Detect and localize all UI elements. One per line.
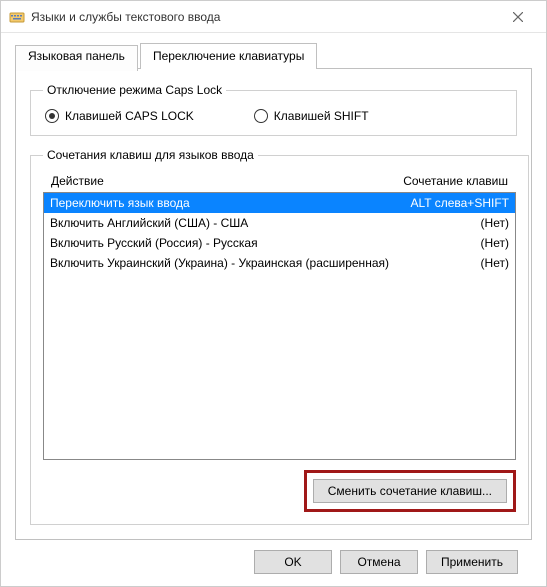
close-button[interactable]	[498, 3, 538, 31]
row-action: Включить Английский (США) - США	[50, 214, 389, 232]
apply-button[interactable]: Применить	[426, 550, 518, 574]
change-button-area: Сменить сочетание клавиш...	[43, 460, 516, 512]
column-keys: Сочетание клавиш	[378, 174, 508, 188]
capslock-group: Отключение режима Caps Lock Клавишей CAP…	[30, 83, 517, 136]
dialog-footer: OK Отмена Применить	[15, 540, 532, 574]
radio-capslock[interactable]: Клавишей CAPS LOCK	[45, 109, 194, 123]
table-row[interactable]: Переключить язык вводаALT слева+SHIFT	[44, 193, 515, 213]
table-row[interactable]: Включить Английский (США) - США(Нет)	[44, 213, 515, 233]
column-action: Действие	[51, 174, 378, 188]
change-shortcut-button[interactable]: Сменить сочетание клавиш...	[313, 479, 507, 503]
table-header: Действие Сочетание клавиш	[43, 170, 516, 192]
row-action: Включить Украинский (Украина) - Украинск…	[50, 254, 389, 272]
row-action: Включить Русский (Россия) - Русская	[50, 234, 389, 252]
radio-icon	[254, 109, 268, 123]
shortcuts-table[interactable]: Переключить язык вводаALT слева+SHIFTВкл…	[43, 192, 516, 460]
cancel-button[interactable]: Отмена	[340, 550, 418, 574]
app-icon	[9, 9, 25, 25]
dialog-window: Языки и службы текстового ввода Языковая…	[0, 0, 547, 587]
capslock-legend: Отключение режима Caps Lock	[43, 83, 226, 97]
radio-icon	[45, 109, 59, 123]
tab-language-panel[interactable]: Языковая панель	[15, 45, 138, 71]
shortcuts-legend: Сочетания клавиш для языков ввода	[43, 148, 258, 162]
radio-capslock-label: Клавишей CAPS LOCK	[65, 109, 194, 123]
row-keys: ALT слева+SHIFT	[389, 194, 509, 212]
content-area: Языковая панель Переключение клавиатуры …	[1, 33, 546, 586]
tab-panel: Отключение режима Caps Lock Клавишей CAP…	[15, 68, 532, 540]
highlight-frame: Сменить сочетание клавиш...	[304, 470, 516, 512]
row-keys: (Нет)	[389, 234, 509, 252]
shortcuts-group: Сочетания клавиш для языков ввода Действ…	[30, 148, 529, 525]
table-row[interactable]: Включить Русский (Россия) - Русская(Нет)	[44, 233, 515, 253]
tab-keyboard-switch[interactable]: Переключение клавиатуры	[140, 43, 317, 69]
ok-button[interactable]: OK	[254, 550, 332, 574]
capslock-options: Клавишей CAPS LOCK Клавишей SHIFT	[43, 105, 504, 123]
table-row[interactable]: Включить Украинский (Украина) - Украинск…	[44, 253, 515, 273]
row-keys: (Нет)	[389, 214, 509, 232]
row-keys: (Нет)	[389, 254, 509, 272]
radio-shift[interactable]: Клавишей SHIFT	[254, 109, 369, 123]
tab-strip: Языковая панель Переключение клавиатуры	[15, 43, 532, 69]
radio-shift-label: Клавишей SHIFT	[274, 109, 369, 123]
close-icon	[513, 12, 523, 22]
row-action: Переключить язык ввода	[50, 194, 389, 212]
window-title: Языки и службы текстового ввода	[31, 10, 498, 24]
titlebar: Языки и службы текстового ввода	[1, 1, 546, 33]
